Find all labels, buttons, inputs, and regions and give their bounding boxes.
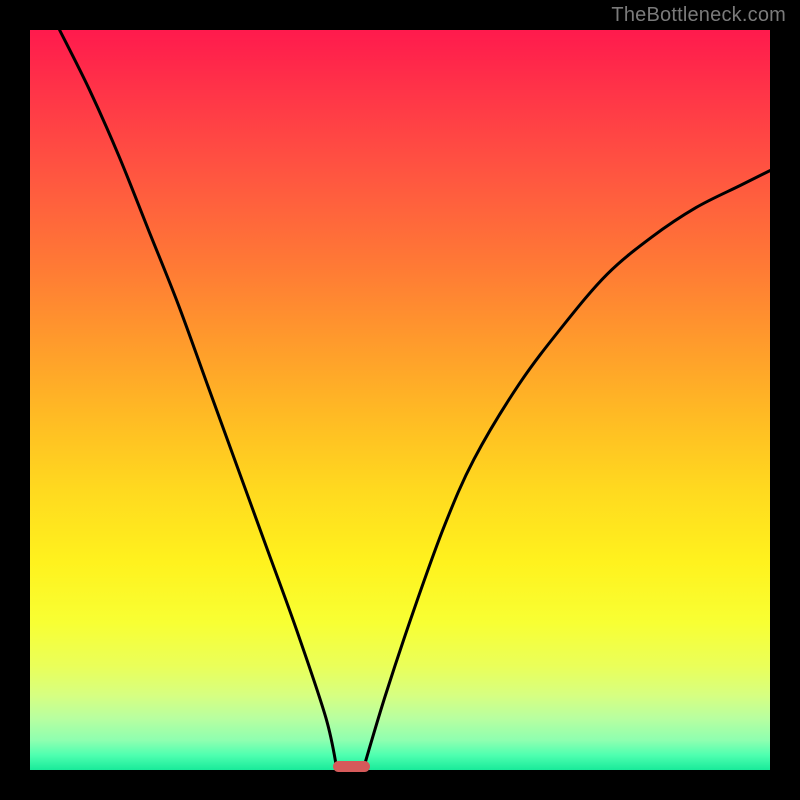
curve-layer: [30, 30, 770, 770]
outer-frame: TheBottleneck.com: [0, 0, 800, 800]
left-branch-curve: [60, 30, 338, 770]
watermark-text: TheBottleneck.com: [611, 4, 786, 27]
optimal-range-marker: [333, 761, 370, 772]
right-branch-curve: [363, 171, 770, 770]
plot-area: [30, 30, 770, 770]
